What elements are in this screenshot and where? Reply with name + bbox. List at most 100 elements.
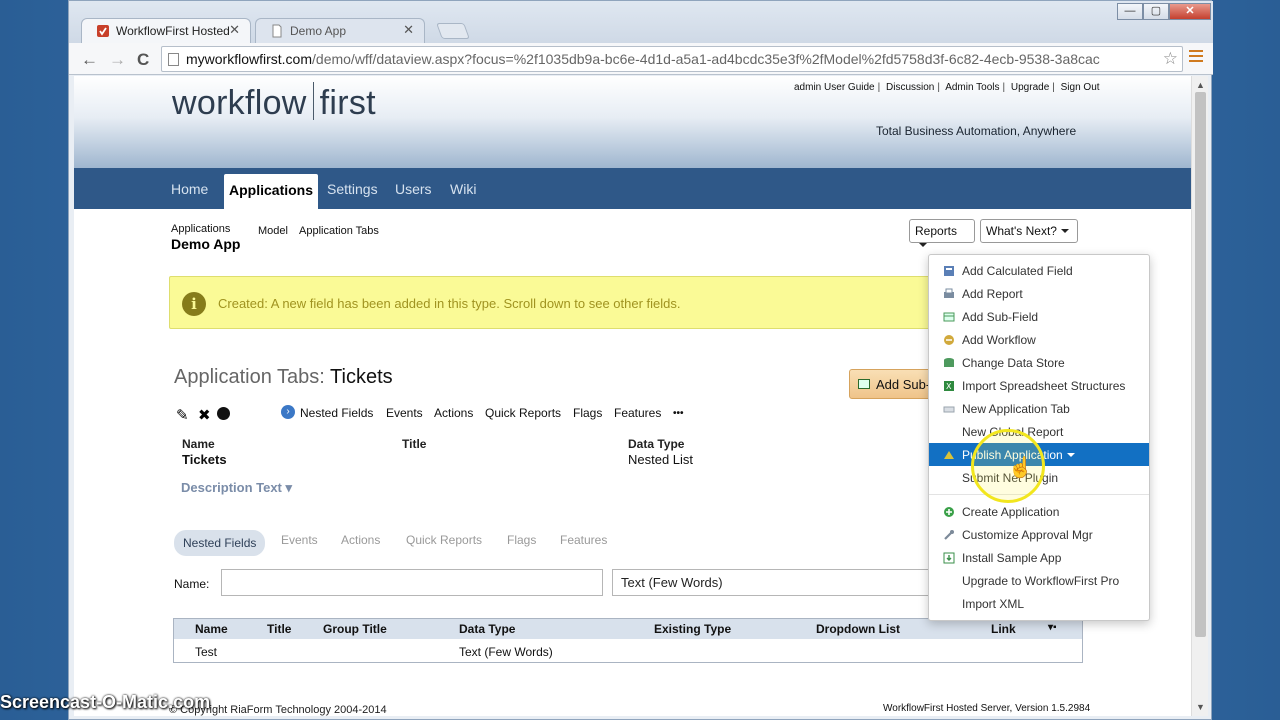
description-text-toggle[interactable]: Description Text ▾ bbox=[181, 480, 292, 496]
menu-item-upgrade-pro[interactable]: Upgrade to WorkflowFirst Pro bbox=[929, 569, 1149, 592]
top-link-user-guide[interactable]: User Guide bbox=[824, 82, 875, 93]
nav-wiki[interactable]: Wiki bbox=[450, 181, 476, 197]
breadcrumb-application-tabs[interactable]: Application Tabs bbox=[299, 225, 379, 237]
back-arrow-icon[interactable]: ← bbox=[81, 50, 98, 70]
name-input[interactable] bbox=[221, 569, 603, 596]
workflow-icon bbox=[943, 334, 955, 346]
spreadsheet-icon: X bbox=[943, 380, 955, 392]
nav-users[interactable]: Users bbox=[395, 181, 432, 197]
info-icon: i bbox=[182, 292, 206, 316]
subnav-features[interactable]: Features bbox=[614, 406, 661, 420]
add-sub-field-button[interactable]: Add Sub-Field bbox=[849, 369, 939, 399]
menu-item-import-spreadsheet[interactable]: X Import Spreadsheet Structures bbox=[929, 374, 1149, 397]
reload-icon[interactable]: C bbox=[137, 50, 149, 70]
bookmark-star-icon[interactable]: ☆ bbox=[1163, 49, 1178, 69]
data-type-select[interactable]: Text (Few Words) bbox=[612, 569, 932, 596]
scroll-up-icon[interactable]: ▲ bbox=[1196, 80, 1205, 90]
menu-item-label: Change Data Store bbox=[962, 356, 1065, 370]
datastore-icon bbox=[943, 357, 955, 369]
subnav-quick-reports[interactable]: Quick Reports bbox=[485, 406, 561, 420]
go-arrow-icon[interactable]: › bbox=[281, 405, 295, 419]
scroll-down-icon[interactable]: ▼ bbox=[1196, 702, 1205, 712]
col-link[interactable]: Link bbox=[991, 622, 1016, 636]
whats-next-button-label: What's Next? bbox=[986, 224, 1057, 238]
nav-settings[interactable]: Settings bbox=[327, 181, 378, 197]
nested-fields-table: Name Title Group Title Data Type Existin… bbox=[173, 618, 1083, 663]
menu-item-label: Add Workflow bbox=[962, 333, 1036, 347]
menu-item-create-application[interactable]: Create Application bbox=[929, 500, 1149, 523]
close-window-button[interactable]: ✕ bbox=[1169, 3, 1211, 20]
subnav-actions[interactable]: Actions bbox=[434, 406, 473, 420]
browser-toolbar: ← → C myworkflowfirst.com/demo/wff/datav… bbox=[69, 43, 1213, 75]
subnav-events[interactable]: Events bbox=[386, 406, 423, 420]
menu-item-label: Add Calculated Field bbox=[962, 264, 1073, 278]
menu-item-new-application-tab[interactable]: New Application Tab bbox=[929, 397, 1149, 420]
workflowfirst-favicon-icon bbox=[96, 24, 110, 38]
menu-item-new-global-report[interactable]: New Global Report bbox=[929, 420, 1149, 443]
col-data-type[interactable]: Data Type bbox=[459, 622, 515, 636]
top-link-admin[interactable]: admin bbox=[794, 82, 821, 93]
maximize-button[interactable]: ▢ bbox=[1143, 3, 1169, 20]
chevron-down-icon bbox=[1060, 229, 1069, 233]
menu-item-install-sample-app[interactable]: Install Sample App bbox=[929, 546, 1149, 569]
tab-close-icon[interactable]: ✕ bbox=[403, 22, 414, 38]
col-dropdown-list[interactable]: Dropdown List bbox=[816, 622, 900, 636]
subnav-flags[interactable]: Flags bbox=[573, 406, 602, 420]
chevron-down-icon bbox=[919, 243, 927, 247]
delete-x-icon[interactable]: ✖ bbox=[198, 406, 211, 424]
breadcrumb-app-name[interactable]: Demo App bbox=[171, 236, 240, 252]
minimize-button[interactable]: — bbox=[1117, 3, 1143, 20]
nav-applications[interactable]: Applications bbox=[224, 174, 319, 209]
browser-tab-workflowfirst[interactable]: WorkflowFirst Hosted ✕ bbox=[81, 18, 251, 44]
address-bar[interactable]: myworkflowfirst.com/demo/wff/dataview.as… bbox=[161, 46, 1183, 72]
menu-item-label: Import Spreadsheet Structures bbox=[962, 379, 1126, 393]
menu-item-customize-approval[interactable]: Customize Approval Mgr bbox=[929, 523, 1149, 546]
col-existing-type[interactable]: Existing Type bbox=[654, 622, 731, 636]
menu-item-change-data-store[interactable]: Change Data Store bbox=[929, 351, 1149, 374]
page-title-name: Tickets bbox=[330, 366, 393, 388]
url-path: /demo/wff/dataview.aspx?focus=%2f1035db9… bbox=[312, 51, 1100, 67]
menu-item-add-sub-field[interactable]: Add Sub-Field bbox=[929, 305, 1149, 328]
tab-close-icon[interactable]: ✕ bbox=[229, 22, 240, 38]
top-link-discussion[interactable]: Discussion bbox=[886, 82, 934, 93]
tab-events[interactable]: Events bbox=[281, 533, 318, 547]
whats-next-button[interactable]: What's Next? bbox=[980, 219, 1078, 243]
column-menu-icon[interactable]: ▾▪ bbox=[1048, 622, 1057, 633]
scrollbar-thumb[interactable] bbox=[1195, 92, 1206, 637]
row-name: Test bbox=[195, 645, 218, 659]
top-link-sign-out[interactable]: Sign Out bbox=[1061, 82, 1100, 93]
menu-item-add-workflow[interactable]: Add Workflow bbox=[929, 328, 1149, 351]
vertical-scrollbar[interactable]: ▲ ▼ bbox=[1191, 76, 1208, 716]
subnav-nested-fields[interactable]: Nested Fields bbox=[300, 406, 373, 420]
tab-nested-fields[interactable]: Nested Fields bbox=[174, 530, 266, 556]
browser-tab-demo-app[interactable]: Demo App ✕ bbox=[255, 18, 425, 44]
col-title[interactable]: Title bbox=[267, 622, 291, 636]
tab-flags[interactable]: Flags bbox=[507, 533, 536, 547]
page-title-prefix: Application Tabs: bbox=[174, 366, 325, 388]
tab-actions[interactable]: Actions bbox=[341, 533, 380, 547]
table-icon bbox=[943, 311, 955, 323]
browser-menu-icon[interactable] bbox=[1189, 50, 1203, 64]
tab-quick-reports[interactable]: Quick Reports bbox=[406, 533, 482, 547]
forward-arrow-icon[interactable]: → bbox=[109, 50, 126, 70]
menu-item-import-xml[interactable]: Import XML bbox=[929, 592, 1149, 615]
row-data-type: Text (Few Words) bbox=[459, 645, 553, 659]
top-link-upgrade[interactable]: Upgrade bbox=[1011, 82, 1049, 93]
edit-pencil-icon[interactable]: ✎ bbox=[176, 406, 189, 424]
col-group-title[interactable]: Group Title bbox=[323, 622, 387, 636]
url-domain: myworkflowfirst.com bbox=[186, 51, 313, 67]
col-name[interactable]: Name bbox=[195, 622, 228, 636]
name-field-label: Name: bbox=[174, 577, 210, 591]
reports-button[interactable]: Reports bbox=[909, 219, 975, 247]
menu-item-label: Install Sample App bbox=[962, 551, 1062, 565]
tab-features[interactable]: Features bbox=[560, 533, 607, 547]
breadcrumb-model[interactable]: Model bbox=[258, 225, 288, 237]
dropdown-circle-icon[interactable] bbox=[217, 407, 230, 420]
menu-item-add-calculated-field[interactable]: Add Calculated Field bbox=[929, 259, 1149, 282]
top-link-admin-tools[interactable]: Admin Tools bbox=[945, 82, 999, 93]
new-tab-button[interactable] bbox=[436, 23, 470, 39]
menu-item-add-report[interactable]: Add Report bbox=[929, 282, 1149, 305]
nav-home[interactable]: Home bbox=[171, 181, 208, 197]
breadcrumb-applications[interactable]: Applications bbox=[171, 223, 230, 235]
more-icon[interactable]: ••• bbox=[673, 408, 684, 419]
